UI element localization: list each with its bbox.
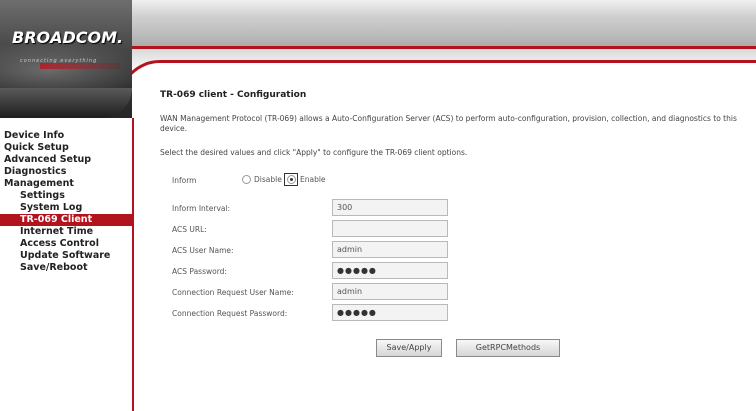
logo-tagline-accent: [40, 63, 120, 69]
get-rpc-methods-button[interactable]: GetRPCMethods: [456, 339, 560, 357]
sidebar-item-management[interactable]: Management: [0, 178, 132, 190]
sidebar-item-tr-069-client[interactable]: TR-069 Client: [0, 214, 132, 226]
sidebar-divider: [132, 118, 134, 411]
save-apply-button[interactable]: Save/Apply: [376, 339, 442, 357]
sidebar-item-settings[interactable]: Settings: [0, 190, 132, 202]
sidebar-item-access-control[interactable]: Access Control: [0, 238, 132, 250]
connection-request-user-name-label: Connection Request User Name:: [172, 288, 294, 297]
inform-enable-radio[interactable]: [287, 175, 296, 184]
sidebar-item-device-info[interactable]: Device Info: [0, 130, 132, 142]
inform-disable-radio[interactable]: [242, 175, 251, 184]
inform-enable-focus-box: [284, 173, 298, 186]
logo-block: BROADCOM. connecting everything: [0, 0, 132, 118]
sidebar-item-save-reboot[interactable]: Save/Reboot: [0, 262, 132, 274]
sidebar-item-internet-time[interactable]: Internet Time: [0, 226, 132, 238]
connection-request-user-name-input[interactable]: admin: [332, 283, 448, 300]
inform-enable-label[interactable]: Enable: [300, 175, 326, 184]
sidebar-item-diagnostics[interactable]: Diagnostics: [0, 166, 132, 178]
acs-password-input[interactable]: ●●●●●: [332, 262, 448, 279]
sidebar: Device Info Quick Setup Advanced Setup D…: [0, 118, 132, 411]
inform-interval-label: Inform Interval:: [172, 204, 231, 213]
connection-request-password-input[interactable]: ●●●●●: [332, 304, 448, 321]
inform-interval-input[interactable]: 300: [332, 199, 448, 216]
acs-url-label: ACS URL:: [172, 225, 207, 234]
sidebar-menu: Device Info Quick Setup Advanced Setup D…: [0, 130, 132, 274]
acs-url-input[interactable]: [332, 220, 448, 237]
sidebar-item-system-log[interactable]: System Log: [0, 202, 132, 214]
main-content: TR-069 client - Configuration WAN Manage…: [160, 90, 756, 411]
page-title: TR-069 client - Configuration: [160, 90, 307, 100]
sidebar-item-update-software[interactable]: Update Software: [0, 250, 132, 262]
sidebar-item-quick-setup[interactable]: Quick Setup: [0, 142, 132, 154]
inform-disable-label[interactable]: Disable: [254, 175, 282, 184]
acs-user-name-input[interactable]: admin: [332, 241, 448, 258]
logo-bottom: [0, 88, 132, 118]
inform-label: Inform: [172, 176, 197, 185]
header-band: [132, 0, 756, 48]
page-instruction: Select the desired values and click "App…: [160, 148, 468, 157]
acs-password-label: ACS Password:: [172, 267, 227, 276]
acs-user-name-label: ACS User Name:: [172, 246, 234, 255]
connection-request-password-label: Connection Request Password:: [172, 309, 288, 318]
page-description: WAN Management Protocol (TR-069) allows …: [160, 114, 737, 133]
broadcom-logo: BROADCOM.: [12, 28, 124, 47]
sidebar-item-advanced-setup[interactable]: Advanced Setup: [0, 154, 132, 166]
